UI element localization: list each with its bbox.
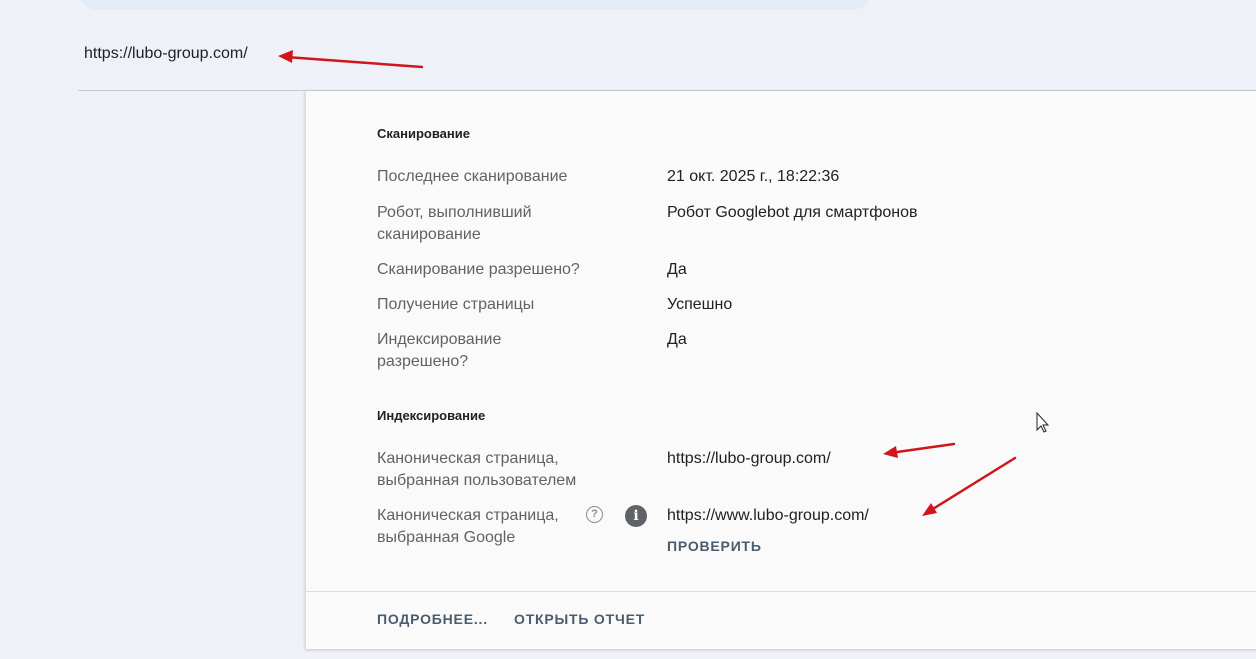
learn-more-button[interactable]: ПОДРОБНЕЕ... bbox=[377, 611, 488, 627]
last-crawl-value: 21 окт. 2025 г., 18:22:36 bbox=[667, 168, 840, 185]
indexing-allowed-value: Да bbox=[667, 331, 687, 348]
indexing-allowed-label: Индексирование разрешено? bbox=[377, 331, 502, 370]
crawler-value: Робот Googlebot для смартфонов bbox=[667, 204, 918, 221]
info-icon[interactable]: i bbox=[625, 505, 647, 527]
google-canonical-label: Каноническая страница, выбранная Google bbox=[377, 507, 559, 546]
crawl-section-title: Сканирование bbox=[377, 126, 470, 141]
crawler-label: Робот, выполнивший сканирование bbox=[377, 204, 532, 243]
open-report-button[interactable]: ОТКРЫТЬ ОТЧЕТ bbox=[514, 611, 645, 627]
user-canonical-label: Каноническая страница, выбранная пользов… bbox=[377, 450, 577, 489]
crawl-allowed-value: Да bbox=[667, 261, 687, 278]
page-url-heading: https://lubo-group.com/ bbox=[84, 45, 248, 62]
page: https://lubo-group.com/ Сканирование Пос… bbox=[0, 0, 1256, 659]
help-circle-icon[interactable]: ? bbox=[586, 506, 603, 523]
crawl-allowed-label: Сканирование разрешено? bbox=[377, 261, 580, 278]
user-canonical-value: https://lubo-group.com/ bbox=[667, 450, 831, 467]
page-fetch-value: Успешно bbox=[667, 296, 733, 313]
inspection-details-panel: Сканирование Последнее сканирование 21 о… bbox=[305, 91, 1256, 649]
indexing-section-title: Индексирование bbox=[377, 408, 486, 423]
top-search-bar[interactable] bbox=[78, 0, 872, 10]
inspect-url-button[interactable]: ПРОВЕРИТЬ bbox=[667, 538, 762, 554]
google-canonical-value: https://www.lubo-group.com/ bbox=[667, 507, 869, 524]
annotation-arrow-url bbox=[284, 55, 424, 69]
page-fetch-label: Получение страницы bbox=[377, 296, 535, 313]
footer-divider bbox=[306, 591, 1256, 592]
last-crawl-label: Последнее сканирование bbox=[377, 168, 568, 185]
arrowhead-url bbox=[278, 50, 293, 63]
